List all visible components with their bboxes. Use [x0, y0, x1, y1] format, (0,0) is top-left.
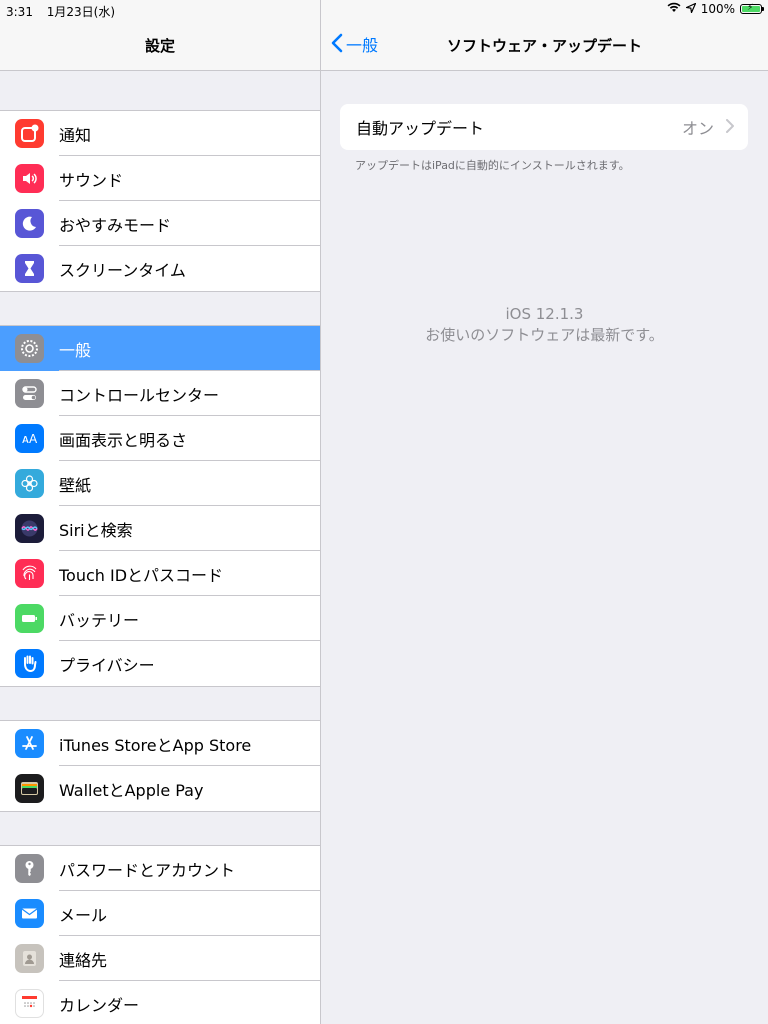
sidebar-item-label: Touch IDとパスコード — [59, 565, 224, 585]
sidebar-item-mail[interactable]: メール — [0, 891, 320, 936]
auto-update-footnote: アップデートはiPadに自動的にインストールされます。 — [355, 159, 630, 172]
wallet-icon — [15, 774, 44, 803]
contacts-icon — [15, 944, 44, 973]
sidebar-item-passwords-accounts[interactable]: パスワードとアカウント — [0, 846, 320, 891]
toggles-icon — [15, 379, 44, 408]
hand-icon — [15, 649, 44, 678]
sidebar-item-label: 画面表示と明るさ — [59, 430, 188, 450]
battery-icon: ⚡ — [740, 3, 764, 14]
sidebar-item-label: パスワードとアカウント — [59, 860, 236, 880]
wifi-icon — [667, 2, 681, 16]
sidebar-item-label: バッテリー — [59, 610, 140, 630]
settings-group-2: 一般 コントロールセンター ᴀA 画面表示と明るさ 壁紙 Siriと検索 Tou… — [0, 325, 320, 687]
settings-group-1: 通知 サウンド おやすみモード スクリーンタイム — [0, 110, 320, 292]
sidebar-item-calendar[interactable]: カレンダー — [0, 981, 320, 1024]
detail-pane: 一般 ソフトウェア・アップデート 自動アップデート オン アップデートはiPad… — [321, 0, 768, 1024]
sidebar-item-label: 連絡先 — [59, 950, 108, 970]
sidebar-item-wallpaper[interactable]: 壁紙 — [0, 461, 320, 506]
sidebar-item-display-brightness[interactable]: ᴀA 画面表示と明るさ — [0, 416, 320, 461]
sidebar-item-label: サウンド — [59, 170, 124, 190]
sidebar-item-itunes-app-store[interactable]: iTunes StoreとApp Store — [0, 721, 320, 766]
sidebar-item-label: iTunes StoreとApp Store — [59, 735, 252, 755]
settings-group-3: iTunes StoreとApp Store WalletとApple Pay — [0, 720, 320, 812]
auto-update-row[interactable]: 自動アップデート オン — [340, 104, 748, 150]
sidebar-item-label: WalletとApple Pay — [59, 780, 204, 800]
sidebar-title: 設定 — [144, 37, 175, 55]
settings-group-4: パスワードとアカウント メール 連絡先 カレンダー — [0, 845, 320, 1024]
sidebar-item-label: 通知 — [59, 125, 92, 145]
sidebar-item-battery[interactable]: バッテリー — [0, 596, 320, 641]
sidebar-item-label: スクリーンタイム — [59, 260, 186, 280]
auto-update-label: 自動アップデート — [356, 119, 485, 138]
sidebar-item-privacy[interactable]: プライバシー — [0, 641, 320, 686]
text-size-icon: ᴀA — [15, 424, 44, 453]
key-icon — [15, 854, 44, 883]
sidebar-item-label: コントロールセンター — [59, 385, 220, 405]
settings-sidebar: 設定 通知 サウンド おやすみモード スクリーンタイム 一般 コントロールセンタ… — [0, 0, 321, 1024]
sidebar-item-label: Siriと検索 — [59, 520, 133, 540]
status-time: 3:31 — [6, 5, 33, 19]
sidebar-item-siri-search[interactable]: Siriと検索 — [0, 506, 320, 551]
flower-icon — [15, 469, 44, 498]
siri-icon — [15, 514, 44, 543]
sidebar-item-notifications[interactable]: 通知 — [0, 111, 320, 156]
sidebar-item-control-center[interactable]: コントロールセンター — [0, 371, 320, 416]
sidebar-item-touch-id[interactable]: Touch IDとパスコード — [0, 551, 320, 596]
sidebar-item-label: カレンダー — [59, 995, 140, 1015]
sidebar-item-wallet-apple-pay[interactable]: WalletとApple Pay — [0, 766, 320, 811]
sidebar-item-screen-time[interactable]: スクリーンタイム — [0, 246, 320, 291]
sidebar-item-contacts[interactable]: 連絡先 — [0, 936, 320, 981]
auto-update-value: オン — [681, 119, 714, 138]
moon-icon — [15, 209, 44, 238]
status-date: 1月23日(水) — [46, 5, 116, 19]
notifications-icon — [15, 119, 44, 148]
battery-percentage: 100% — [700, 2, 735, 16]
ios-version: iOS 12.1.3 — [505, 305, 584, 323]
fingerprint-icon — [15, 559, 44, 588]
sidebar-item-do-not-disturb[interactable]: おやすみモード — [0, 201, 320, 246]
page-title: ソフトウェア・アップデート — [446, 37, 642, 55]
sidebar-item-label: おやすみモード — [59, 215, 172, 235]
calendar-icon — [15, 989, 44, 1018]
app-store-icon — [15, 729, 44, 758]
sidebar-item-sounds[interactable]: サウンド — [0, 156, 320, 201]
sidebar-item-label: 壁紙 — [59, 475, 92, 495]
sidebar-item-label: 一般 — [59, 340, 92, 360]
status-bar: 3:31 1月23日(水) 100% ⚡ — [0, 0, 768, 20]
sidebar-item-label: メール — [59, 905, 108, 925]
sidebar-item-general[interactable]: 一般 — [0, 326, 320, 371]
mail-icon — [15, 899, 44, 928]
version-info: iOS 12.1.3 お使いのソフトウェアは最新です。 — [321, 304, 768, 346]
up-to-date-message: お使いのソフトウェアは最新です。 — [425, 326, 664, 344]
hourglass-icon — [15, 254, 44, 283]
location-arrow-icon — [684, 2, 697, 16]
sidebar-item-label: プライバシー — [59, 655, 155, 675]
speaker-icon — [15, 164, 44, 193]
chevron-right-icon — [726, 117, 735, 138]
gear-icon — [15, 334, 44, 363]
battery-icon — [15, 604, 44, 633]
